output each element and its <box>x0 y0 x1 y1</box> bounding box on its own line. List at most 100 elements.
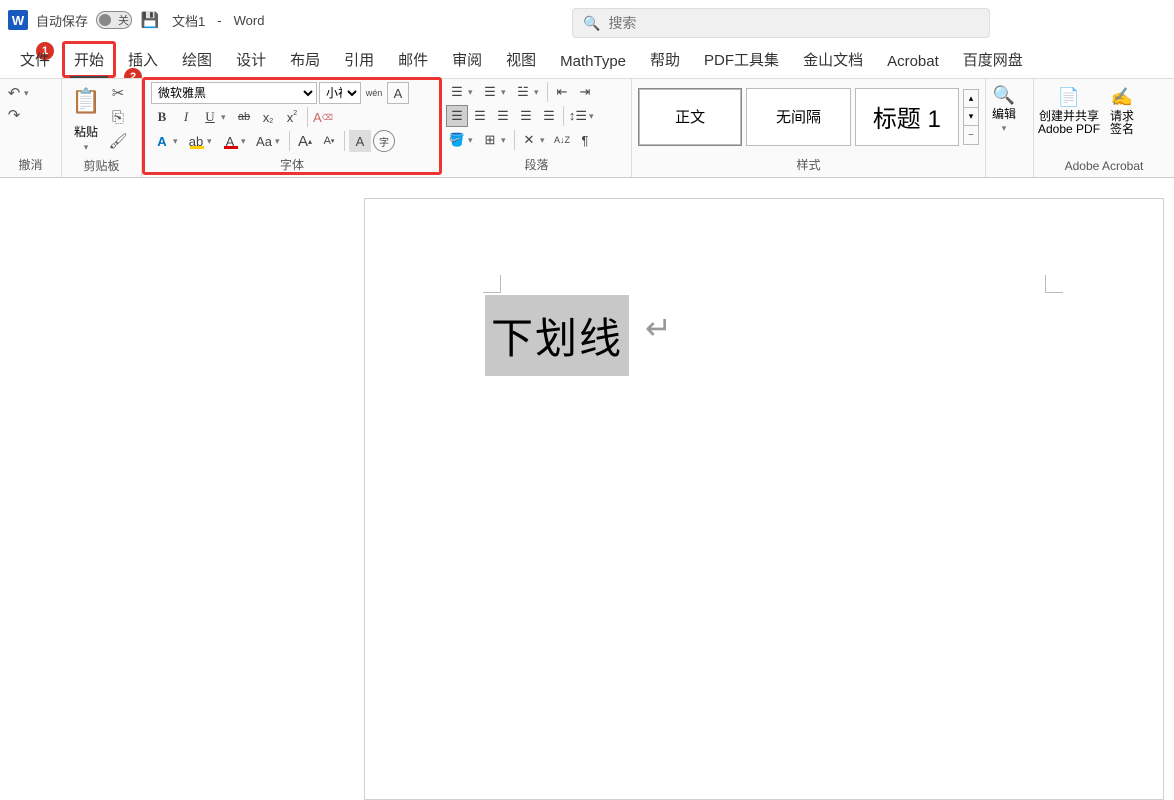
editing-dropdown[interactable]: ▾ <box>1002 123 1007 134</box>
paste-label[interactable]: 粘贴 <box>74 123 98 140</box>
title-bar: W 自动保存 关 💾 文档1 - Word 🔍 <box>0 0 1174 40</box>
increase-indent-button[interactable]: ⇥ <box>574 81 596 103</box>
tab-mathtype[interactable]: MathType <box>548 45 638 78</box>
tab-file[interactable]: 文件 <box>8 41 62 78</box>
styles-gallery-more[interactable]: ⎯ <box>964 126 978 144</box>
font-name-select[interactable]: 微软雅黑 <box>151 82 317 104</box>
text-effects-button[interactable]: A <box>151 130 173 152</box>
line-spacing-dropdown[interactable]: ▾ <box>589 111 599 122</box>
selected-text[interactable]: 下划线 <box>485 295 629 376</box>
align-left-button[interactable]: ☰ <box>446 105 468 127</box>
styles-scroll-down[interactable]: ▾ <box>964 108 978 126</box>
cut-icon[interactable]: ✂ <box>108 83 128 103</box>
create-share-pdf-button[interactable]: 📄 创建并共享 Adobe PDF <box>1036 83 1102 140</box>
borders-dropdown[interactable]: ▾ <box>501 135 511 146</box>
style-normal[interactable]: 正文 <box>638 88 742 146</box>
change-case-dropdown[interactable]: ▾ <box>275 136 285 147</box>
signature-icon: ✍ <box>1111 87 1133 108</box>
numbering-dropdown[interactable]: ▾ <box>501 87 511 98</box>
align-justify-button[interactable]: ☰ <box>515 105 537 127</box>
style-no-spacing[interactable]: 无间隔 <box>746 88 850 146</box>
shading-button[interactable]: 🪣 <box>446 129 468 151</box>
sort-button[interactable]: A↓Z <box>551 129 573 151</box>
tab-draw[interactable]: 绘图 <box>170 41 224 78</box>
tab-help[interactable]: 帮助 <box>638 41 692 78</box>
line-spacing-button[interactable]: ↕☰ <box>567 105 589 127</box>
char-shading-button[interactable]: A <box>349 130 371 152</box>
editing-button[interactable]: 🔍 编辑 ▾ <box>990 81 1018 138</box>
asian-layout-dropdown[interactable]: ▾ <box>540 135 550 146</box>
tab-view[interactable]: 视图 <box>494 41 548 78</box>
tab-acrobat[interactable]: Acrobat <box>875 45 951 78</box>
paste-icon[interactable]: 📋 <box>66 81 106 121</box>
underline-dropdown[interactable]: ▾ <box>221 112 231 123</box>
font-color-button[interactable]: A <box>219 130 241 152</box>
autosave-toggle[interactable]: 关 <box>96 11 132 29</box>
numbering-button[interactable]: ☰ <box>479 81 501 103</box>
char-border-button[interactable]: A <box>387 82 409 104</box>
document-page[interactable]: 下划线 ↵ <box>364 198 1164 800</box>
copy-icon[interactable]: ⎘ <box>108 107 128 127</box>
group-paragraph: ☰▾ ☰▾ ☱▾ ⇤ ⇥ ☰ ☰ ☰ ☰ ☰ ↕☰▾ 🪣▾ ⊞▾ ✕▾ <box>442 79 632 177</box>
strikethrough-button[interactable]: ab <box>233 106 255 128</box>
bullets-dropdown[interactable]: ▾ <box>468 87 478 98</box>
save-icon[interactable]: 💾 <box>140 10 160 30</box>
grow-font-button[interactable]: A▴ <box>294 130 316 152</box>
text-effects-dropdown[interactable]: ▾ <box>173 136 183 147</box>
highlight-button[interactable]: ab <box>185 130 207 152</box>
underline-button[interactable]: U <box>199 106 221 128</box>
tab-baidu[interactable]: 百度网盘 <box>951 41 1035 78</box>
tab-pdf[interactable]: PDF工具集 <box>692 41 791 78</box>
separator <box>344 131 345 151</box>
superscript-button[interactable]: x2 <box>281 106 303 128</box>
show-marks-button[interactable]: ¶ <box>574 129 596 151</box>
align-right-button[interactable]: ☰ <box>492 105 514 127</box>
undo-dropdown[interactable]: ▾ <box>24 88 34 99</box>
shading-dropdown[interactable]: ▾ <box>468 135 478 146</box>
document-name: 文档1 <box>172 11 205 30</box>
subscript-button[interactable]: x2 <box>257 106 279 128</box>
bullets-button[interactable]: ☰ <box>446 81 468 103</box>
decrease-indent-button[interactable]: ⇤ <box>551 81 573 103</box>
format-painter-icon[interactable]: 🖌 <box>108 131 128 151</box>
separator <box>307 107 308 127</box>
document-canvas: 下划线 ↵ <box>0 180 1174 800</box>
asian-layout-button[interactable]: ✕ <box>518 129 540 151</box>
phonetic-guide-button[interactable]: wén <box>363 82 385 104</box>
shrink-font-button[interactable]: A▾ <box>318 130 340 152</box>
multilevel-button[interactable]: ☱ <box>512 81 534 103</box>
tab-layout[interactable]: 布局 <box>278 41 332 78</box>
paragraph-mark-icon: ↵ <box>645 309 672 347</box>
tab-kingsoft[interactable]: 金山文档 <box>791 41 875 78</box>
separator <box>289 131 290 151</box>
tab-references[interactable]: 引用 <box>332 41 386 78</box>
align-center-button[interactable]: ☰ <box>469 105 491 127</box>
paste-dropdown[interactable]: ▾ <box>84 142 89 153</box>
redo-button[interactable]: ↷ <box>4 105 24 125</box>
separator <box>563 106 564 126</box>
clear-formatting-button[interactable]: A⌫ <box>312 106 334 128</box>
tab-design[interactable]: 设计 <box>224 41 278 78</box>
enclose-char-button[interactable]: 字 <box>373 130 395 152</box>
tab-mailings[interactable]: 邮件 <box>386 41 440 78</box>
request-signature-button[interactable]: ✍ 请求 签名 <box>1108 83 1136 140</box>
bold-button[interactable]: B <box>151 106 173 128</box>
search-input[interactable] <box>608 15 979 31</box>
change-case-button[interactable]: Aa <box>253 130 275 152</box>
style-heading-1[interactable]: 标题 1 <box>855 88 959 146</box>
font-color-dropdown[interactable]: ▾ <box>241 136 251 147</box>
font-size-select[interactable]: 小初 <box>319 82 361 104</box>
group-font: 微软雅黑 小初 wén A B I U▾ ab x2 x2 A⌫ A▾ ab▾ … <box>142 77 442 175</box>
tab-insert[interactable]: 插入 <box>116 41 170 78</box>
multilevel-dropdown[interactable]: ▾ <box>534 87 544 98</box>
borders-button[interactable]: ⊞ <box>479 129 501 151</box>
align-distribute-button[interactable]: ☰ <box>538 105 560 127</box>
tab-home[interactable]: 开始 <box>62 41 116 78</box>
styles-scroll-up[interactable]: ▴ <box>964 90 978 108</box>
group-acrobat-label: Adobe Acrobat <box>1034 157 1174 177</box>
highlight-dropdown[interactable]: ▾ <box>207 136 217 147</box>
undo-button[interactable]: ↶ <box>4 83 24 103</box>
italic-button[interactable]: I <box>175 106 197 128</box>
search-box[interactable]: 🔍 <box>572 8 990 38</box>
tab-review[interactable]: 审阅 <box>440 41 494 78</box>
